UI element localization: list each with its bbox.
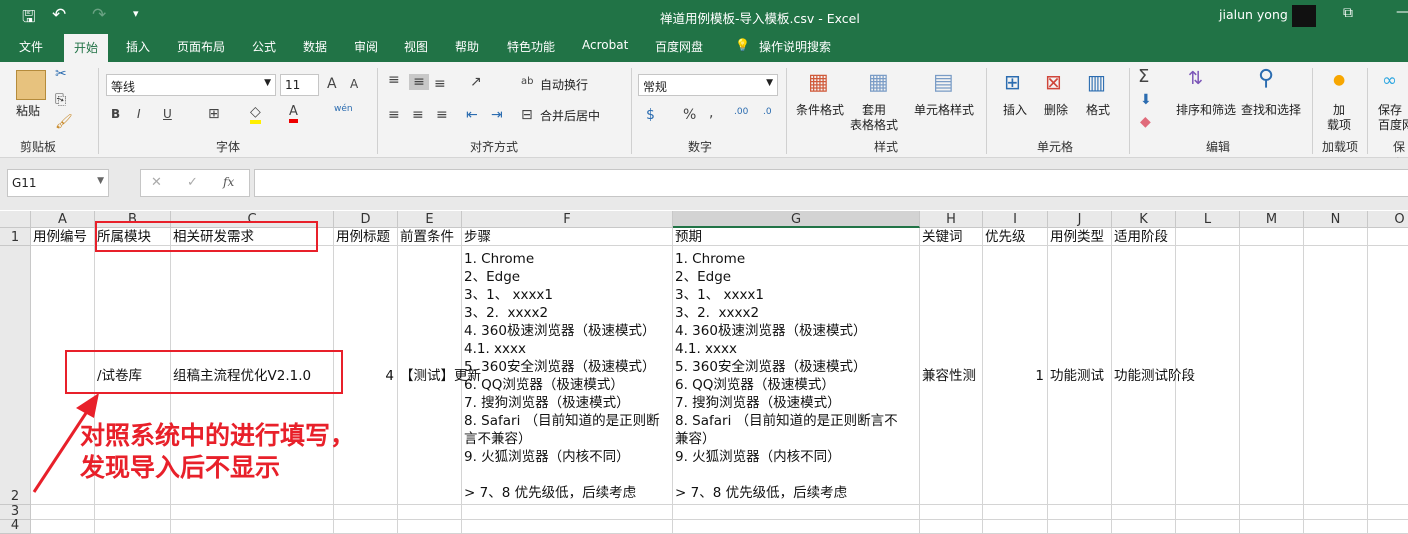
annotation-text-line2: 发现导入后不显示 [80, 453, 281, 482]
annotation-text-line1: 对照系统中的进行填写， [80, 421, 356, 450]
